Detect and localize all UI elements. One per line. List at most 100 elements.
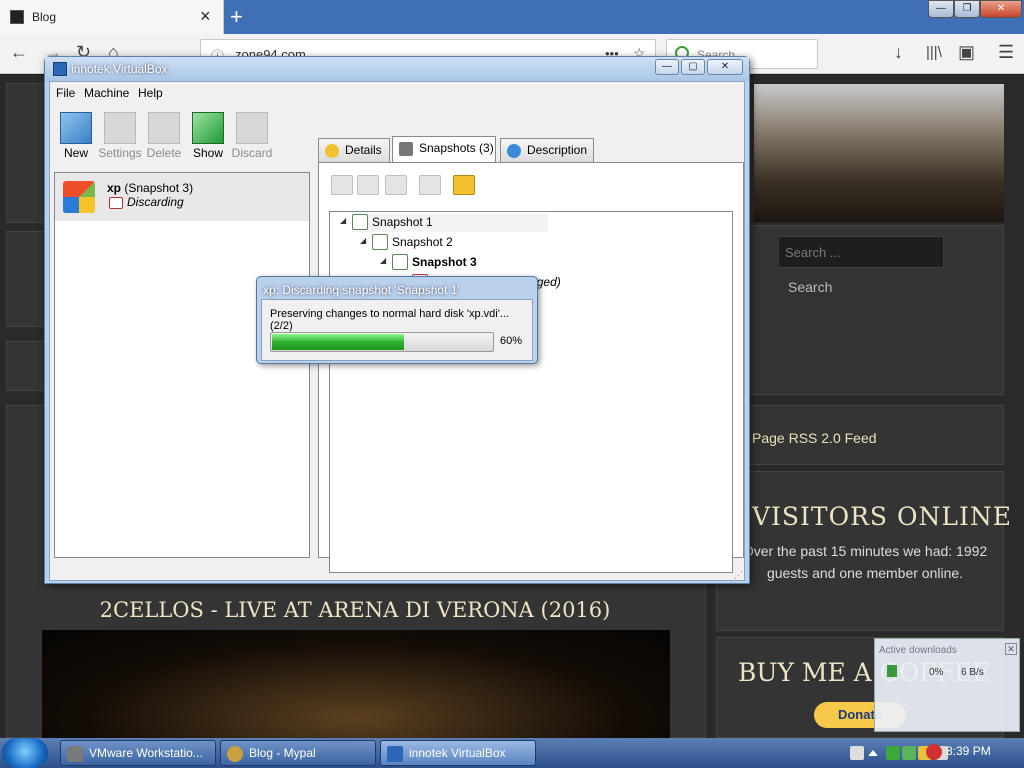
vm-list-item[interactable]: xp (Snapshot 3) Discarding <box>55 173 309 221</box>
task-label: Blog - Mypal <box>249 746 316 760</box>
start-button[interactable] <box>2 738 48 768</box>
take-snapshot-icon[interactable] <box>331 175 353 195</box>
progress-fill <box>272 334 404 350</box>
snapshot-icon <box>372 234 388 250</box>
tree-node-label: Snapshot 3 <box>412 255 477 269</box>
vm-name: xp (Snapshot 3) <box>107 181 193 195</box>
task-label: VMware Workstatio... <box>89 746 203 760</box>
revert-snapshot-icon[interactable] <box>357 175 379 195</box>
discard-icon <box>236 112 268 144</box>
downloads-title: Active downloads <box>879 645 957 656</box>
video-thumbnail[interactable] <box>42 630 670 740</box>
downloads-icon[interactable]: ↓ <box>894 42 903 63</box>
tray-app-icon[interactable] <box>886 746 900 760</box>
tab-snapshots[interactable]: Snapshots (3) <box>392 136 496 162</box>
tab-snapshots-label: Snapshots (3) <box>419 141 494 155</box>
rss-link[interactable]: Page RSS 2.0 Feed <box>752 430 877 446</box>
tree-node-label: Snapshot 1 <box>372 215 433 229</box>
site-search-button[interactable]: Search <box>778 274 864 302</box>
vbox-maximize-button[interactable]: ▢ <box>681 59 705 75</box>
tab-title: Blog <box>32 10 57 24</box>
vm-state: Discarding <box>127 195 184 209</box>
task-blog[interactable]: Blog - Mypal <box>220 740 376 766</box>
vbox-app-icon <box>53 62 67 76</box>
show-label: Show <box>192 146 224 160</box>
back-icon[interactable]: ← <box>10 42 28 63</box>
snapshot-icon <box>352 214 368 230</box>
city-image <box>754 84 1004 222</box>
tree-node-snapshot-1[interactable]: ◢ Snapshot 1 <box>340 214 548 232</box>
settings-button[interactable]: Settings <box>98 112 142 160</box>
tab-close-icon[interactable]: × <box>200 6 211 27</box>
keyboard-icon[interactable] <box>850 746 864 760</box>
show-arrow-icon <box>192 112 224 144</box>
tab-details[interactable]: Details <box>318 138 390 162</box>
vbox-close-button[interactable]: ✕ <box>707 59 743 75</box>
virtualbox-icon <box>387 746 403 762</box>
settings-icon <box>104 112 136 144</box>
site-search-input[interactable]: Search ... <box>778 236 944 268</box>
description-bubble-icon <box>507 144 521 158</box>
restore-button[interactable]: ❐ <box>954 0 980 18</box>
close-button[interactable]: ✕ <box>980 0 1022 18</box>
downloads-close-icon[interactable]: ✕ <box>1005 643 1017 655</box>
collapse-icon[interactable]: ◢ <box>340 216 346 225</box>
taskbar: VMware Workstatio... Blog - Mypal innote… <box>0 738 1024 768</box>
browser-tab[interactable]: Blog × <box>0 0 224 34</box>
discard-snapshot-icon[interactable] <box>385 175 407 195</box>
vbox-tabs: Details Snapshots (3) Description <box>318 136 744 164</box>
new-vm-icon <box>60 112 92 144</box>
action-center-icon[interactable] <box>926 744 942 760</box>
site-search-button-label: Search <box>788 279 833 295</box>
collapse-icon[interactable]: ◢ <box>360 236 366 245</box>
downloads-panel: Active downloads ✕ 0% 6 B/s <box>874 638 1020 732</box>
menu-icon[interactable]: ☰ <box>998 42 1014 63</box>
vm-list[interactable]: xp (Snapshot 3) Discarding <box>54 172 310 558</box>
discarding-state-icon <box>109 197 123 209</box>
minimize-button[interactable]: — <box>928 0 954 18</box>
library-icon[interactable]: |||\ <box>926 44 942 61</box>
vbox-minimize-button[interactable]: — <box>655 59 679 75</box>
resize-grip-icon[interactable]: ⋰ <box>734 570 743 581</box>
download-speed: 6 B/s <box>961 667 984 678</box>
new-tab-button[interactable]: + <box>230 4 243 30</box>
system-tray <box>846 740 1022 766</box>
download-icon <box>887 665 897 677</box>
mypal-icon <box>227 746 243 762</box>
progress-dialog-body: Preserving changes to normal hard disk '… <box>261 299 533 361</box>
window-controls: — ❐ ✕ <box>928 0 1022 18</box>
discard-button[interactable]: Discard <box>230 112 274 160</box>
progress-bar <box>270 332 494 352</box>
snapshot-details-icon[interactable] <box>453 175 475 195</box>
clock[interactable]: 8:39 PM <box>946 744 991 758</box>
snapshot-tree[interactable]: ◢ Snapshot 1 ◢ Snapshot 2 ◢ Snapshot 3 C… <box>329 211 733 573</box>
windows-xp-icon-lower <box>63 197 95 213</box>
task-vmware[interactable]: VMware Workstatio... <box>60 740 216 766</box>
vbox-titlebar[interactable]: innotek VirtualBox — ▢ ✕ <box>45 57 749 81</box>
vbox-menubar: File Machine Help <box>50 82 744 104</box>
visitors-title: VISITORS ONLINE <box>752 502 1012 531</box>
menu-help[interactable]: Help <box>138 86 163 100</box>
network-icon[interactable] <box>902 746 916 760</box>
progress-percent: 60% <box>500 335 523 347</box>
tab-description-label: Description <box>527 143 588 157</box>
camera-icon <box>399 142 413 156</box>
collapse-icon[interactable]: ◢ <box>380 256 386 265</box>
vbox-title: innotek VirtualBox <box>71 62 168 76</box>
task-virtualbox[interactable]: innotek VirtualBox <box>380 740 536 766</box>
vmware-icon <box>67 746 83 762</box>
tray-expand-icon[interactable] <box>868 750 878 756</box>
show-button[interactable]: Show <box>186 112 230 160</box>
sidebar-icon[interactable]: ▣ <box>958 42 975 63</box>
menu-machine[interactable]: Machine <box>84 86 129 100</box>
menu-file[interactable]: File <box>56 86 75 100</box>
details-gear-icon <box>325 144 339 158</box>
discard-current-icon[interactable] <box>419 175 441 195</box>
download-percent: 0% <box>929 667 944 678</box>
new-button[interactable]: New <box>54 112 98 160</box>
site-search-placeholder: Search ... <box>785 245 841 260</box>
delete-button[interactable]: Delete <box>142 112 186 160</box>
post-title[interactable]: 2CELLOS - LIVE AT ARENA DI VERONA (2016) <box>40 598 670 622</box>
delete-label: Delete <box>146 146 182 160</box>
tab-description[interactable]: Description <box>500 138 594 162</box>
